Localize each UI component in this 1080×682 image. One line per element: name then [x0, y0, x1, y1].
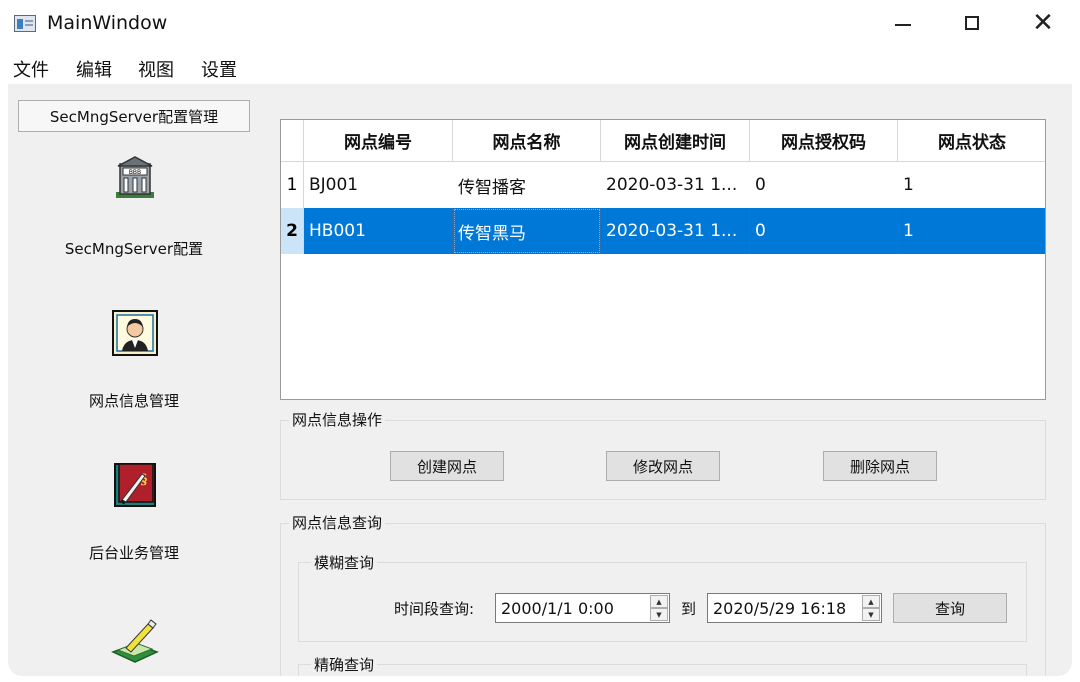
nav-item-branch-info[interactable]: 网点信息管理: [8, 308, 260, 418]
maximize-icon: [965, 16, 979, 30]
close-icon: ✕: [1032, 8, 1054, 38]
table-cell-branch-name[interactable]: 传智播客: [453, 162, 601, 208]
app-icon: [14, 15, 36, 32]
branch-query-group-title: 网点信息查询: [289, 512, 386, 533]
close-button[interactable]: ✕: [1008, 0, 1078, 46]
table-cell-created-time[interactable]: 2020-03-31 1...: [601, 162, 750, 208]
menu-edit[interactable]: 编辑: [76, 56, 112, 82]
end-datetime-value: 2020/5/29 16:18: [713, 598, 847, 618]
table-corner[interactable]: [281, 120, 304, 162]
table-cell-auth-code[interactable]: 0: [750, 208, 898, 254]
start-datetime-value: 2000/1/1 0:00: [501, 598, 614, 618]
table-cell-branch-name[interactable]: 传智黑马: [453, 208, 601, 254]
column-header-created-time[interactable]: 网点创建时间: [601, 120, 750, 162]
column-header-status[interactable]: 网点状态: [898, 120, 1045, 162]
exact-query-group: [298, 664, 1027, 676]
nav-item-secmngserver-config[interactable]: BBB SecMngServer配置: [8, 154, 260, 274]
nav-item-backend-business[interactable]: § 后台业务管理: [8, 460, 260, 570]
column-header-branch-id[interactable]: 网点编号: [304, 120, 453, 162]
client-area: SecMngServer配置管理 BBB SecMngServer配置 网点信息…: [8, 84, 1072, 676]
fuzzy-query-group-title: 模糊查询: [311, 552, 378, 573]
menu-file[interactable]: 文件: [13, 56, 49, 82]
create-branch-button[interactable]: 创建网点: [390, 451, 504, 481]
branch-ops-group-title: 网点信息操作: [289, 409, 386, 430]
table-cell-branch-id[interactable]: HB001: [304, 208, 453, 254]
table-cell-status[interactable]: 1: [898, 162, 1045, 208]
exact-query-group-title: 精确查询: [311, 654, 378, 675]
column-header-branch-name[interactable]: 网点名称: [453, 120, 601, 162]
table-cell-branch-id[interactable]: BJ001: [304, 162, 453, 208]
svg-text:BBB: BBB: [129, 169, 141, 176]
nav-item-fourth[interactable]: [8, 614, 260, 674]
spin-down-icon[interactable]: ▼: [862, 608, 880, 621]
minimize-button[interactable]: [868, 0, 938, 46]
spin-up-icon[interactable]: ▲: [650, 595, 668, 608]
spin-down-icon[interactable]: ▼: [650, 608, 668, 621]
nav-label-secmngserver-config: SecMngServer配置: [64, 240, 204, 258]
query-button[interactable]: 查询: [893, 593, 1007, 623]
table-cell-created-time[interactable]: 2020-03-31 1...: [601, 208, 750, 254]
end-datetime-spinner[interactable]: ▲ ▼: [862, 595, 880, 621]
to-label: 到: [681, 600, 697, 618]
main-window: MainWindow ✕ 文件 编辑 视图 设置 SecMngServer配置管…: [0, 0, 1080, 682]
start-datetime-edit[interactable]: 2000/1/1 0:00 ▲ ▼: [495, 593, 670, 623]
maximize-button[interactable]: [937, 0, 1007, 46]
column-header-auth-code[interactable]: 网点授权码: [750, 120, 898, 162]
book-quill-icon: §: [114, 463, 156, 507]
menu-settings[interactable]: 设置: [201, 56, 237, 82]
secmngserver-config-manage-button[interactable]: SecMngServer配置管理: [18, 100, 250, 132]
delete-branch-button[interactable]: 删除网点: [823, 451, 937, 481]
row-header[interactable]: 1: [281, 162, 304, 208]
table-cell-status[interactable]: 1: [898, 208, 1045, 254]
window-title: MainWindow: [47, 12, 168, 34]
minimize-icon: [895, 24, 911, 26]
menu-bar: 文件 编辑 视图 设置: [0, 52, 1080, 82]
title-bar: MainWindow ✕: [0, 0, 1080, 46]
nav-label-backend-business: 后台业务管理: [88, 544, 179, 562]
table-cell-auth-code[interactable]: 0: [750, 162, 898, 208]
menu-view[interactable]: 视图: [138, 56, 174, 82]
row-header[interactable]: 2: [281, 208, 304, 254]
building-icon: BBB: [116, 156, 154, 198]
nav-label-branch-info: 网点信息管理: [88, 392, 179, 410]
time-range-label: 时间段查询:: [394, 600, 475, 618]
person-portrait-icon: [112, 310, 158, 356]
modify-branch-button[interactable]: 修改网点: [606, 451, 720, 481]
branch-table[interactable]: 网点编号 网点名称 网点创建时间 网点授权码 网点状态 1 BJ001 传智播客…: [280, 119, 1046, 400]
start-datetime-spinner[interactable]: ▲ ▼: [650, 595, 668, 621]
spin-up-icon[interactable]: ▲: [862, 595, 880, 608]
end-datetime-edit[interactable]: 2020/5/29 16:18 ▲ ▼: [707, 593, 882, 623]
pen-paper-icon: [111, 619, 159, 663]
